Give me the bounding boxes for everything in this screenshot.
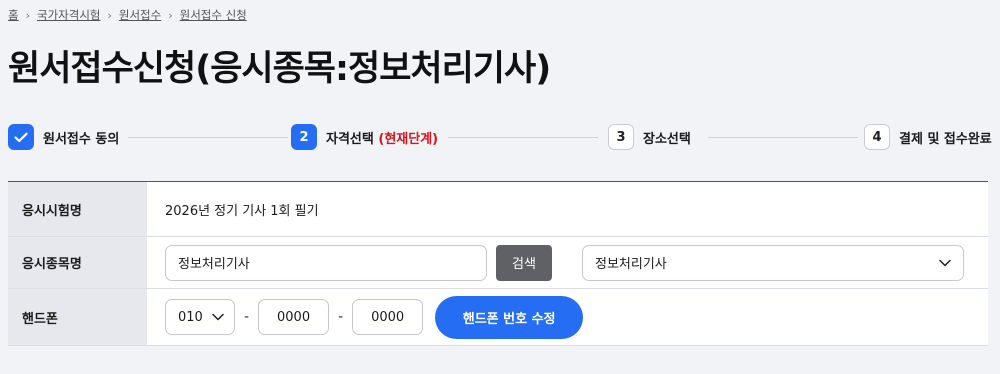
chevron-right-icon: › bbox=[25, 8, 30, 22]
phone-middle-input[interactable]: 0000 bbox=[258, 299, 330, 335]
jongmok-search-input[interactable]: 정보처리기사 bbox=[165, 244, 487, 281]
step-connector bbox=[128, 137, 288, 138]
breadcrumb-application-request[interactable]: 원서접수 신청 bbox=[180, 7, 247, 23]
step-2-text: 자격선택 bbox=[326, 131, 374, 147]
chevron-right-icon: › bbox=[107, 8, 112, 22]
phone-separator: - bbox=[338, 309, 344, 325]
page-title: 원서접수신청(응시종목:정보처리기사) bbox=[8, 49, 551, 89]
step-connector bbox=[448, 137, 598, 138]
step-4-label: 결제 및 접수완료 bbox=[899, 131, 992, 147]
step-2: 2 자격선택 (현재단계) bbox=[291, 124, 447, 150]
phone-label: 핸드폰 bbox=[8, 289, 147, 345]
search-button[interactable]: 검색 bbox=[496, 244, 552, 281]
step-3-number: 3 bbox=[608, 124, 634, 150]
chevron-right-icon: › bbox=[168, 8, 173, 22]
breadcrumb: 홈 › 국가자격시험 › 원서접수 › 원서접수 신청 bbox=[8, 7, 247, 23]
jongmok-select[interactable]: 정보처리기사 bbox=[582, 244, 964, 281]
breadcrumb-home[interactable]: 홈 bbox=[8, 7, 19, 23]
step-2-number: 2 bbox=[291, 124, 317, 150]
step-4-number: 4 bbox=[864, 124, 890, 150]
form-row-exam-name: 응시시험명 2026년 정기 기사 1회 필기 bbox=[8, 182, 988, 237]
step-1: 원서접수 동의 bbox=[8, 124, 128, 150]
edit-phone-button[interactable]: 핸드폰 번호 수정 bbox=[435, 295, 584, 339]
jongmok-label: 응시종목명 bbox=[8, 237, 147, 288]
exam-name-value: 2026년 정기 기사 1회 필기 bbox=[165, 203, 319, 219]
phone-prefix-value: 010 bbox=[178, 309, 203, 325]
step-3: 3 장소선택 bbox=[608, 124, 699, 150]
jongmok-controls: 정보처리기사 검색 정보처리기사 bbox=[147, 237, 988, 288]
step-3-label: 장소선택 bbox=[643, 131, 691, 147]
form-row-phone: 핸드폰 010 - 0000 - 0000 핸드폰 번호 수정 bbox=[8, 289, 988, 346]
application-form: 응시시험명 2026년 정기 기사 1회 필기 응시종목명 정보처리기사 검색 … bbox=[8, 181, 988, 346]
step-4: 4 결제 및 접수완료 bbox=[864, 124, 1000, 150]
current-step-tag: (현재단계) bbox=[378, 131, 439, 147]
breadcrumb-national-exam[interactable]: 국가자격시험 bbox=[37, 7, 100, 23]
phone-prefix-select[interactable]: 010 bbox=[165, 299, 235, 335]
form-row-jongmok: 응시종목명 정보처리기사 검색 정보처리기사 bbox=[8, 237, 988, 289]
phone-controls: 010 - 0000 - 0000 핸드폰 번호 수정 bbox=[147, 289, 988, 345]
jongmok-select-value: 정보처리기사 bbox=[595, 257, 667, 272]
exam-name-label: 응시시험명 bbox=[8, 182, 147, 236]
step-connector bbox=[708, 137, 858, 138]
check-icon bbox=[8, 124, 34, 150]
progress-stepper: 원서접수 동의 2 자격선택 (현재단계) 3 장소선택 4 결제 및 접수완료 bbox=[8, 124, 1000, 152]
phone-separator: - bbox=[244, 309, 250, 325]
chevron-down-icon bbox=[939, 259, 951, 266]
step-2-label: 자격선택 (현재단계) bbox=[326, 128, 438, 147]
breadcrumb-application[interactable]: 원서접수 bbox=[119, 7, 161, 23]
phone-last-input[interactable]: 0000 bbox=[352, 299, 424, 335]
step-1-label: 원서접수 동의 bbox=[43, 131, 120, 147]
chevron-down-icon bbox=[212, 313, 224, 321]
